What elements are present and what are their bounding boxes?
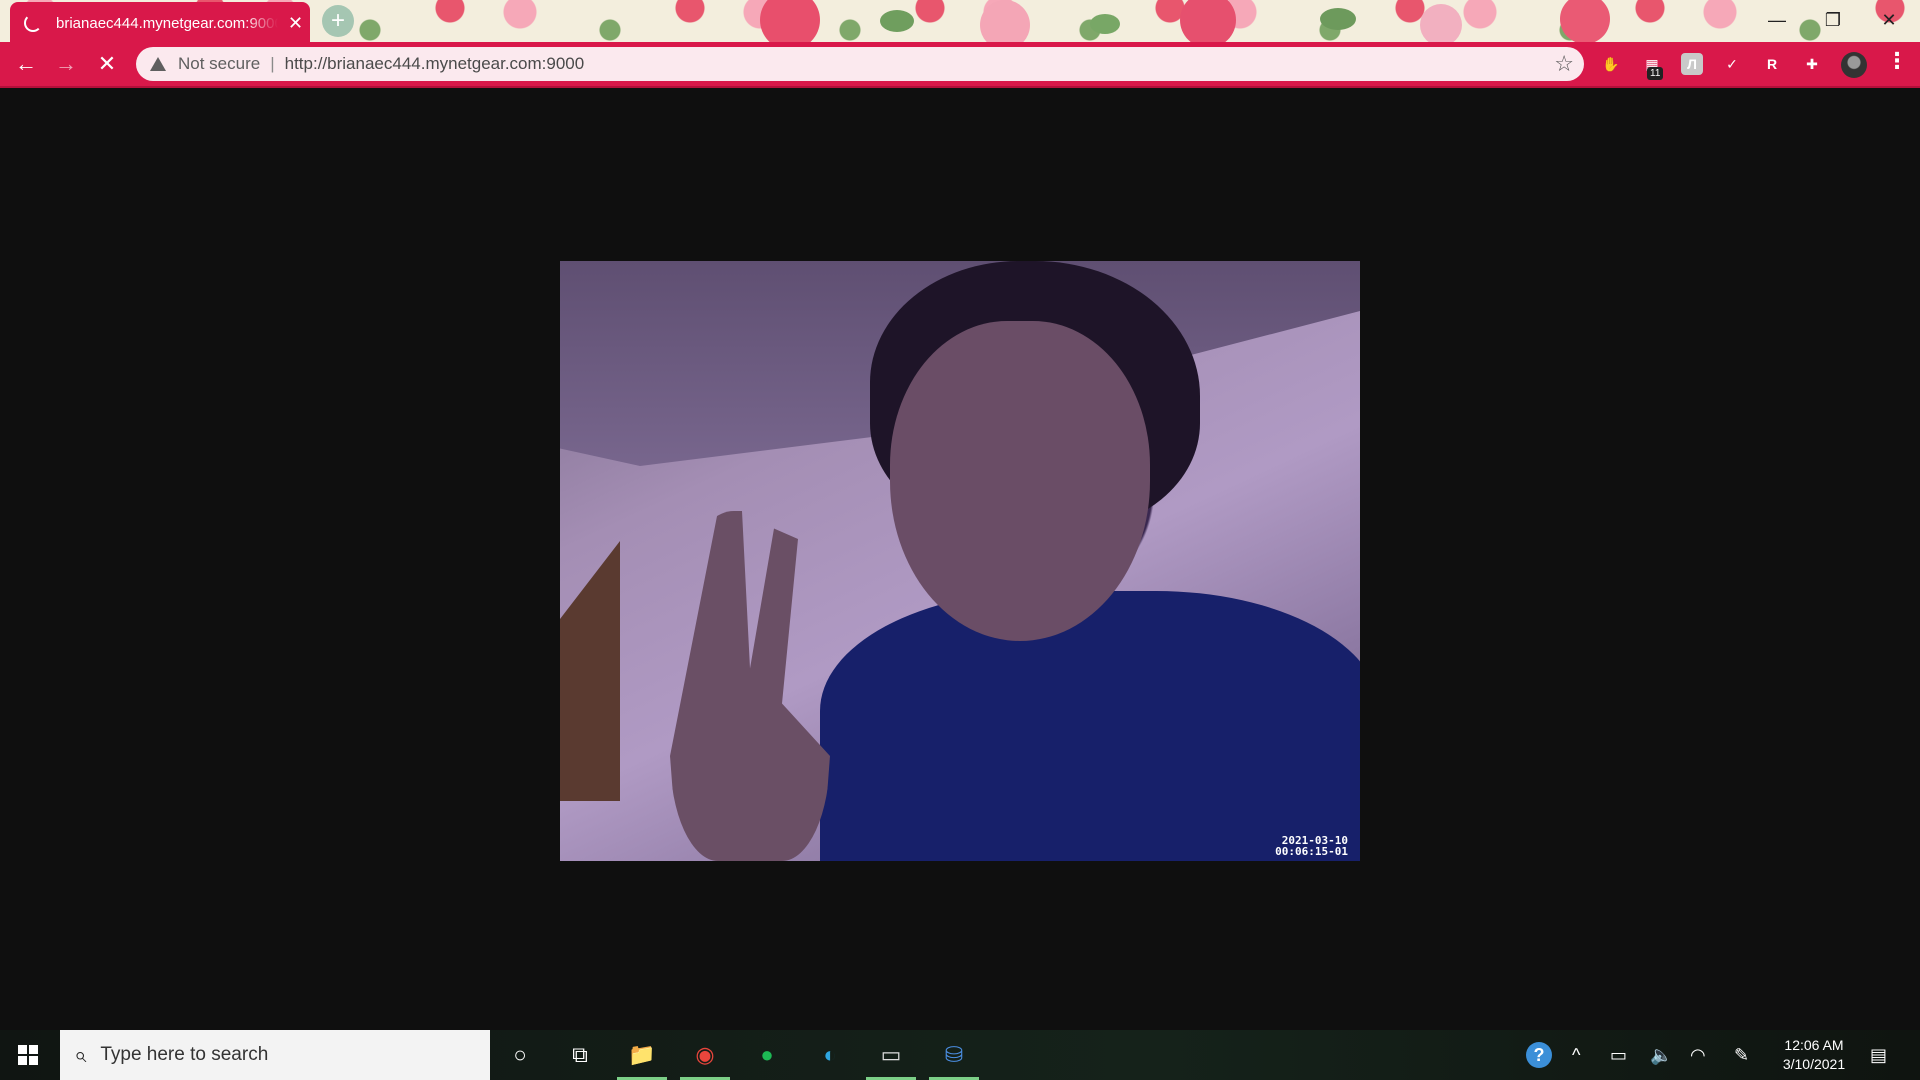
restore-button[interactable]: ❐ [1810,4,1856,36]
search-placeholder: Type here to search [100,1044,269,1065]
cortana-icon[interactable]: ○ [505,1040,535,1070]
taskbar-search-box[interactable]: ⌕ Type here to search [60,1030,490,1080]
tab-close-icon[interactable]: ✕ [288,14,303,32]
face [890,321,1150,641]
url-text[interactable]: http://brianaec444.mynetgear.com:9000 [285,54,585,74]
chrome-icon[interactable]: ◉ [690,1040,720,1070]
theme-flower [760,0,820,42]
door [560,541,620,801]
peace-sign-hand [670,511,830,861]
help-icon[interactable]: ? [1526,1042,1552,1068]
volume-icon[interactable]: 🔈 [1650,1045,1672,1065]
wifi-icon[interactable]: ◠ [1690,1045,1706,1065]
minimize-button[interactable]: — [1754,4,1800,36]
address-bar[interactable]: Not secure | http://brianaec444.mynetgea… [136,47,1584,81]
new-tab-button[interactable]: + [322,5,354,37]
edge-icon[interactable]: ◐ [815,1040,845,1070]
theme-flower [980,0,1030,42]
stop-loading-icon[interactable]: ✕ [91,48,123,80]
warning-icon [150,57,166,71]
close-window-button[interactable]: ✕ [1866,4,1912,36]
battery-icon[interactable]: ▭ [1610,1045,1627,1065]
camera-feed-image: 2021-03-10 00:06:15-01 [560,261,1360,861]
profile-avatar[interactable] [1841,52,1867,78]
search-icon: ⌕ [74,1042,87,1067]
theme-leaf [880,10,914,32]
theme-leaf [1090,14,1120,34]
forward-arrow-icon[interactable]: → [50,48,82,80]
title-bar: brianaec444.mynetgear.com:9000 ✕ + — ❐ ✕ [0,0,1920,42]
task-view-icon[interactable]: ⧉ [565,1040,595,1070]
back-arrow-icon[interactable]: ← [10,48,42,80]
tab-title: brianaec444.mynetgear.com:9000 [56,14,278,32]
browser-tab-active[interactable]: brianaec444.mynetgear.com:9000 ✕ [10,2,310,42]
jacket [820,591,1360,861]
security-label[interactable]: Not secure [178,54,260,74]
check-extension-icon[interactable]: ✓ [1721,53,1743,75]
clock[interactable]: 12:06 AM 3/10/2021 [1768,1036,1860,1074]
chevron-up-icon[interactable]: ^ [1572,1045,1580,1065]
file-explorer-icon[interactable]: 📁 [627,1040,657,1070]
browser-toolbar: ← → ✕ Not secure | http://brianaec444.my… [0,42,1920,88]
camera-timestamp: 2021-03-10 00:06:15-01 [1275,835,1348,857]
theme-flower [1560,0,1610,42]
theme-flower [1420,4,1462,42]
terminal-icon[interactable]: ▭ [876,1040,906,1070]
theme-leaf [1320,8,1356,30]
theme-flower [1180,0,1236,42]
extension-badge: 11 [1647,67,1664,80]
loading-spinner-icon [24,14,42,32]
network-app-icon[interactable]: ⛁ [939,1040,969,1070]
address-separator: | [270,54,275,73]
timestamp-time: 00:06:15-01 [1275,845,1348,858]
spotify-icon[interactable]: ● [752,1040,782,1070]
puzzle-extension-icon[interactable]: ✚ [1801,53,1823,75]
clock-time: 12:06 AM [1784,1037,1844,1053]
r-extension-icon[interactable]: R [1761,53,1783,75]
browser-menu-icon[interactable]: ⋮ [1886,48,1908,74]
notifications-icon[interactable]: ▤ [1870,1045,1887,1065]
grey-extension-icon[interactable]: Л [1681,53,1703,75]
clock-date: 3/10/2021 [1782,1056,1846,1072]
hand-extension-icon[interactable]: ✋ [1600,53,1622,75]
windows-start-icon[interactable] [18,1045,38,1065]
taskbar: ⌕ Type here to search ○ ⧉ 📁 ◉ ● ◐ ▭ ⛁ ? ^ ▭ 🔈… [0,1030,1920,1080]
pen-icon[interactable]: ✎ [1734,1045,1749,1065]
bookmark-star-icon[interactable]: ☆ [1554,51,1574,77]
